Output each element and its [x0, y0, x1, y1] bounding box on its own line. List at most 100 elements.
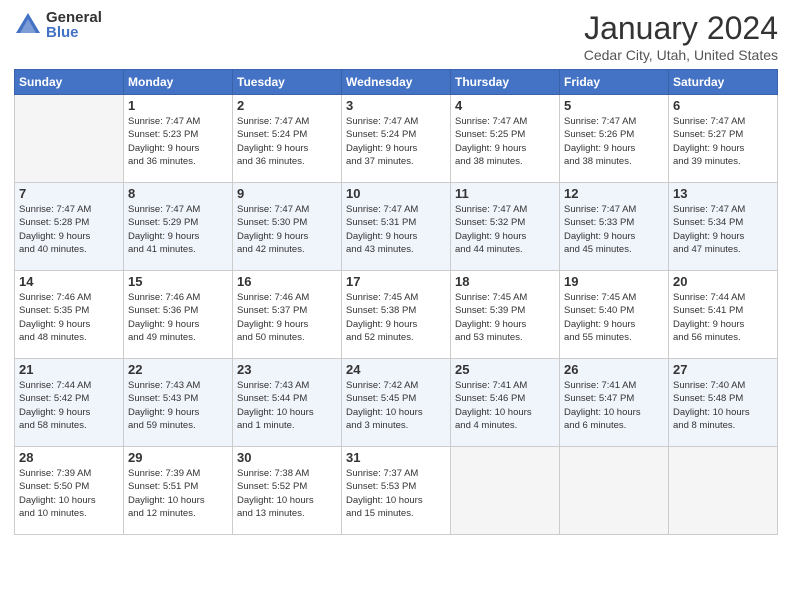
day-info: Sunrise: 7:47 AM Sunset: 5:24 PM Dayligh… [346, 115, 446, 168]
logo-text: General Blue [46, 10, 102, 40]
col-header-saturday: Saturday [669, 70, 778, 95]
day-cell: 17Sunrise: 7:45 AM Sunset: 5:38 PM Dayli… [342, 271, 451, 359]
day-cell [669, 447, 778, 535]
day-number: 8 [128, 186, 228, 201]
day-cell: 7 Sunrise: 7:47 AM Sunset: 5:28 PM Daylig… [15, 183, 124, 271]
col-header-monday: Monday [124, 70, 233, 95]
day-info: Sunrise: 7:47 AM Sunset: 5:31 PM Dayligh… [346, 203, 446, 256]
day-info: Sunrise: 7:46 AM Sunset: 5:36 PM Dayligh… [128, 291, 228, 344]
day-number: 12 [564, 186, 664, 201]
day-cell: 15 Sunrise: 7:46 AM Sunset: 5:36 PM Dayli… [124, 271, 233, 359]
day-info: Sunrise: 7:46 AM Sunset: 5:35 PM Dayligh… [19, 291, 119, 344]
day-cell: 23 Sunrise: 7:43 AM Sunset: 5:44 PM Dayli… [233, 359, 342, 447]
calendar-body: 1Sunrise: 7:47 AM Sunset: 5:23 PM Daylig… [15, 95, 778, 535]
day-cell: 11 Sunrise: 7:47 AM Sunset: 5:32 PM Dayli… [451, 183, 560, 271]
col-header-wednesday: Wednesday [342, 70, 451, 95]
day-number: 11 [455, 186, 555, 201]
day-info: Sunrise: 7:47 AM Sunset: 5:26 PM Dayligh… [564, 115, 664, 168]
day-number: 18 [455, 274, 555, 289]
logo-general-text: General [46, 10, 102, 25]
header-row: SundayMondayTuesdayWednesdayThursdayFrid… [15, 70, 778, 95]
day-info: Sunrise: 7:42 AM Sunset: 5:45 PM Dayligh… [346, 379, 446, 432]
day-number: 23 [237, 362, 337, 377]
day-number: 10 [346, 186, 446, 201]
col-header-thursday: Thursday [451, 70, 560, 95]
day-cell: 26 Sunrise: 7:41 AM Sunset: 5:47 PM Dayli… [560, 359, 669, 447]
day-cell: 21 Sunrise: 7:44 AM Sunset: 5:42 PM Dayli… [15, 359, 124, 447]
day-number: 6 [673, 98, 773, 113]
subtitle: Cedar City, Utah, United States [584, 47, 778, 63]
day-cell: 28 Sunrise: 7:39 AM Sunset: 5:50 PM Dayli… [15, 447, 124, 535]
day-number: 19 [564, 274, 664, 289]
day-info: Sunrise: 7:43 AM Sunset: 5:44 PM Dayligh… [237, 379, 337, 432]
day-cell: 13Sunrise: 7:47 AM Sunset: 5:34 PM Dayli… [669, 183, 778, 271]
day-number: 28 [19, 450, 119, 465]
day-cell: 22 Sunrise: 7:43 AM Sunset: 5:43 PM Dayli… [124, 359, 233, 447]
day-number: 22 [128, 362, 228, 377]
day-info: Sunrise: 7:46 AM Sunset: 5:37 PM Dayligh… [237, 291, 337, 344]
col-header-friday: Friday [560, 70, 669, 95]
day-number: 5 [564, 98, 664, 113]
day-number: 14 [19, 274, 119, 289]
day-number: 21 [19, 362, 119, 377]
day-info: Sunrise: 7:38 AM Sunset: 5:52 PM Dayligh… [237, 467, 337, 520]
day-number: 16 [237, 274, 337, 289]
day-info: Sunrise: 7:43 AM Sunset: 5:43 PM Dayligh… [128, 379, 228, 432]
day-info: Sunrise: 7:41 AM Sunset: 5:47 PM Dayligh… [564, 379, 664, 432]
logo: General Blue [14, 10, 102, 40]
day-number: 3 [346, 98, 446, 113]
calendar-table: SundayMondayTuesdayWednesdayThursdayFrid… [14, 69, 778, 535]
day-number: 15 [128, 274, 228, 289]
day-info: Sunrise: 7:47 AM Sunset: 5:24 PM Dayligh… [237, 115, 337, 168]
title-section: January 2024 Cedar City, Utah, United St… [584, 10, 778, 63]
day-number: 31 [346, 450, 446, 465]
day-cell: 8Sunrise: 7:47 AM Sunset: 5:29 PM Daylig… [124, 183, 233, 271]
main-title: January 2024 [584, 10, 778, 47]
day-number: 20 [673, 274, 773, 289]
day-info: Sunrise: 7:47 AM Sunset: 5:32 PM Dayligh… [455, 203, 555, 256]
day-cell [451, 447, 560, 535]
day-info: Sunrise: 7:40 AM Sunset: 5:48 PM Dayligh… [673, 379, 773, 432]
day-info: Sunrise: 7:45 AM Sunset: 5:40 PM Dayligh… [564, 291, 664, 344]
day-cell: 30Sunrise: 7:38 AM Sunset: 5:52 PM Dayli… [233, 447, 342, 535]
day-cell: 5 Sunrise: 7:47 AM Sunset: 5:26 PM Daylig… [560, 95, 669, 183]
day-info: Sunrise: 7:47 AM Sunset: 5:34 PM Dayligh… [673, 203, 773, 256]
logo-icon [14, 11, 42, 39]
day-info: Sunrise: 7:39 AM Sunset: 5:51 PM Dayligh… [128, 467, 228, 520]
day-cell: 25Sunrise: 7:41 AM Sunset: 5:46 PM Dayli… [451, 359, 560, 447]
day-cell: 10 Sunrise: 7:47 AM Sunset: 5:31 PM Dayli… [342, 183, 451, 271]
day-cell: 9 Sunrise: 7:47 AM Sunset: 5:30 PM Daylig… [233, 183, 342, 271]
day-info: Sunrise: 7:47 AM Sunset: 5:30 PM Dayligh… [237, 203, 337, 256]
day-cell: 3 Sunrise: 7:47 AM Sunset: 5:24 PM Daylig… [342, 95, 451, 183]
header: General Blue January 2024 Cedar City, Ut… [14, 10, 778, 63]
day-info: Sunrise: 7:45 AM Sunset: 5:39 PM Dayligh… [455, 291, 555, 344]
logo-blue-text: Blue [46, 25, 102, 40]
day-info: Sunrise: 7:44 AM Sunset: 5:41 PM Dayligh… [673, 291, 773, 344]
day-cell: 29Sunrise: 7:39 AM Sunset: 5:51 PM Dayli… [124, 447, 233, 535]
day-cell: 12 Sunrise: 7:47 AM Sunset: 5:33 PM Dayli… [560, 183, 669, 271]
day-info: Sunrise: 7:47 AM Sunset: 5:28 PM Dayligh… [19, 203, 119, 256]
day-info: Sunrise: 7:39 AM Sunset: 5:50 PM Dayligh… [19, 467, 119, 520]
calendar-page: General Blue January 2024 Cedar City, Ut… [0, 0, 792, 612]
day-info: Sunrise: 7:47 AM Sunset: 5:33 PM Dayligh… [564, 203, 664, 256]
day-info: Sunrise: 7:47 AM Sunset: 5:27 PM Dayligh… [673, 115, 773, 168]
day-cell: 4Sunrise: 7:47 AM Sunset: 5:25 PM Daylig… [451, 95, 560, 183]
day-info: Sunrise: 7:41 AM Sunset: 5:46 PM Dayligh… [455, 379, 555, 432]
day-cell: 31 Sunrise: 7:37 AM Sunset: 5:53 PM Dayli… [342, 447, 451, 535]
day-info: Sunrise: 7:37 AM Sunset: 5:53 PM Dayligh… [346, 467, 446, 520]
day-number: 9 [237, 186, 337, 201]
week-row-2: 7 Sunrise: 7:47 AM Sunset: 5:28 PM Daylig… [15, 183, 778, 271]
col-header-tuesday: Tuesday [233, 70, 342, 95]
day-info: Sunrise: 7:44 AM Sunset: 5:42 PM Dayligh… [19, 379, 119, 432]
week-row-3: 14 Sunrise: 7:46 AM Sunset: 5:35 PM Dayli… [15, 271, 778, 359]
day-number: 2 [237, 98, 337, 113]
day-cell: 27 Sunrise: 7:40 AM Sunset: 5:48 PM Dayli… [669, 359, 778, 447]
day-cell: 14 Sunrise: 7:46 AM Sunset: 5:35 PM Dayli… [15, 271, 124, 359]
day-number: 26 [564, 362, 664, 377]
day-number: 7 [19, 186, 119, 201]
day-number: 27 [673, 362, 773, 377]
day-cell: 2 Sunrise: 7:47 AM Sunset: 5:24 PM Daylig… [233, 95, 342, 183]
day-number: 17 [346, 274, 446, 289]
day-cell [560, 447, 669, 535]
week-row-5: 28 Sunrise: 7:39 AM Sunset: 5:50 PM Dayli… [15, 447, 778, 535]
